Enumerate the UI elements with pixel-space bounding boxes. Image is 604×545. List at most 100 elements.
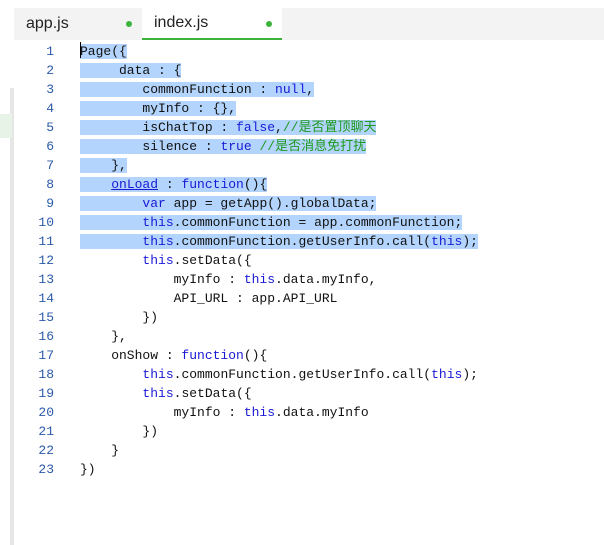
line-number: 16 — [38, 329, 54, 344]
tab-index-js[interactable]: index.js — [142, 8, 282, 40]
code-text: myInfo : {}, — [80, 101, 237, 116]
code-line[interactable]: }) — [80, 308, 158, 327]
line-number: 19 — [38, 386, 54, 401]
code-line[interactable]: this.setData({ — [80, 384, 251, 403]
code-keyword: this — [431, 234, 463, 249]
code-line[interactable]: onLoad : function(){ — [80, 175, 268, 194]
line-number: 15 — [38, 310, 54, 325]
side-panel-active-marker — [0, 114, 12, 138]
line-number: 21 — [38, 424, 54, 439]
code-line[interactable]: myInfo : this.data.myInfo — [80, 403, 369, 422]
code-keyword: this — [142, 253, 174, 268]
code-line[interactable]: }, — [80, 156, 127, 175]
code-text: ); — [462, 234, 478, 249]
line-number: 13 — [38, 272, 54, 287]
code-line[interactable]: }, — [80, 327, 127, 346]
code-text — [80, 215, 143, 230]
code-text — [80, 234, 143, 249]
line-number: 3 — [46, 82, 54, 97]
code-text: .commonFunction.getUserInfo.call( — [173, 367, 432, 382]
code-text: API_URL : app.API_URL — [80, 291, 338, 306]
code-text: myInfo : — [80, 272, 244, 287]
code-text: : — [158, 177, 182, 192]
line-number: 5 — [46, 120, 54, 135]
code-text: (){ — [243, 177, 268, 192]
code-line[interactable]: this.commonFunction = app.commonFunction… — [80, 213, 463, 232]
line-number: 4 — [46, 101, 54, 116]
code-keyword: this — [142, 367, 174, 382]
code-line[interactable]: var app = getApp().globalData; — [80, 194, 377, 213]
line-number: 7 — [46, 158, 54, 173]
code-text: (){ — [243, 348, 268, 363]
code-text: silence : — [80, 139, 221, 154]
code-text: .commonFunction = app.commonFunction; — [173, 215, 463, 230]
code-line[interactable]: } — [80, 441, 119, 460]
code-text — [80, 177, 112, 192]
code-line[interactable]: myInfo : this.data.myInfo, — [80, 270, 377, 289]
code-line[interactable]: }) — [80, 460, 96, 479]
code-keyword: function — [181, 348, 244, 363]
code-text: myInfo : — [80, 405, 244, 420]
code-line[interactable]: this.setData({ — [80, 251, 252, 270]
code-line[interactable]: commonFunction : null, — [80, 80, 315, 99]
tab-app-js[interactable]: app.js — [14, 8, 142, 40]
code-text: isChatTop : — [80, 120, 237, 135]
line-number: 9 — [46, 196, 54, 211]
code-text: .setData({ — [173, 253, 252, 268]
code-text: commonFunction : — [80, 82, 276, 97]
code-line[interactable]: this.commonFunction.getUserInfo.call(thi… — [80, 365, 478, 384]
side-panel-edge — [0, 0, 14, 545]
code-line[interactable]: onShow : function(){ — [80, 346, 267, 365]
code-text: , — [306, 82, 315, 97]
code-keyword: this — [431, 367, 463, 382]
code-comment: //是否消息免打扰 — [259, 139, 367, 154]
line-number: 11 — [38, 234, 54, 249]
code-line[interactable]: Page({ — [80, 42, 127, 61]
code-text: }, — [80, 329, 127, 344]
code-keyword: true — [220, 139, 252, 154]
tab-label: index.js — [154, 14, 209, 31]
code-text: , — [275, 120, 283, 135]
line-number: 10 — [38, 215, 54, 230]
line-number: 6 — [46, 139, 54, 154]
code-keyword: function — [181, 177, 244, 192]
code-line[interactable]: this.commonFunction.getUserInfo.call(thi… — [80, 232, 478, 251]
line-number: 1 — [46, 44, 54, 59]
code-line[interactable]: isChatTop : false,//是否置顶聊天 — [80, 118, 377, 137]
line-number: 20 — [38, 405, 54, 420]
code-line[interactable]: silence : true //是否消息免打扰 — [80, 137, 367, 156]
code-keyword: var — [142, 196, 166, 211]
code-text: } — [80, 443, 120, 458]
line-number: 14 — [38, 291, 54, 306]
code-text: data : { — [80, 63, 182, 78]
code-keyword: this — [142, 215, 174, 230]
line-number: 2 — [46, 63, 54, 78]
line-number: 12 — [38, 253, 54, 268]
code-text: .commonFunction.getUserInfo.call( — [173, 234, 432, 249]
code-text: onShow : — [80, 348, 182, 363]
code-text: ); — [462, 367, 478, 382]
editor-tab-bar: app.js index.js — [14, 8, 604, 41]
code-text: }) — [80, 424, 159, 439]
line-number-gutter: 1 2 3 4 5 6 7 8 9 10 11 12 13 14 15 16 17 18 19 20 21 22 23 — [14, 40, 64, 545]
code-line[interactable]: }) — [80, 422, 158, 441]
modified-dot-icon — [266, 21, 272, 27]
text-cursor — [80, 42, 81, 58]
code-keyword: this — [243, 405, 276, 420]
code-line[interactable]: myInfo : {}, — [80, 99, 237, 118]
code-text-area[interactable]: Page({ data : { commonFunction : null, m… — [80, 40, 600, 545]
code-keyword: false — [236, 120, 276, 135]
modified-dot-icon — [126, 21, 132, 27]
code-keyword: null — [275, 82, 307, 97]
code-text: app = getApp().globalData; — [165, 196, 377, 211]
tab-label: app.js — [26, 15, 69, 32]
code-link: onLoad — [111, 177, 159, 192]
code-line[interactable]: data : { — [80, 61, 182, 80]
code-text — [80, 196, 143, 211]
code-line[interactable]: API_URL : app.API_URL — [80, 289, 338, 308]
code-comment: //是否置顶聊天 — [282, 120, 377, 135]
code-editor[interactable]: 1 2 3 4 5 6 7 8 9 10 11 12 13 14 15 16 17 18 19 20 21 22 23 Pa… — [14, 40, 604, 545]
line-number: 23 — [38, 462, 54, 477]
